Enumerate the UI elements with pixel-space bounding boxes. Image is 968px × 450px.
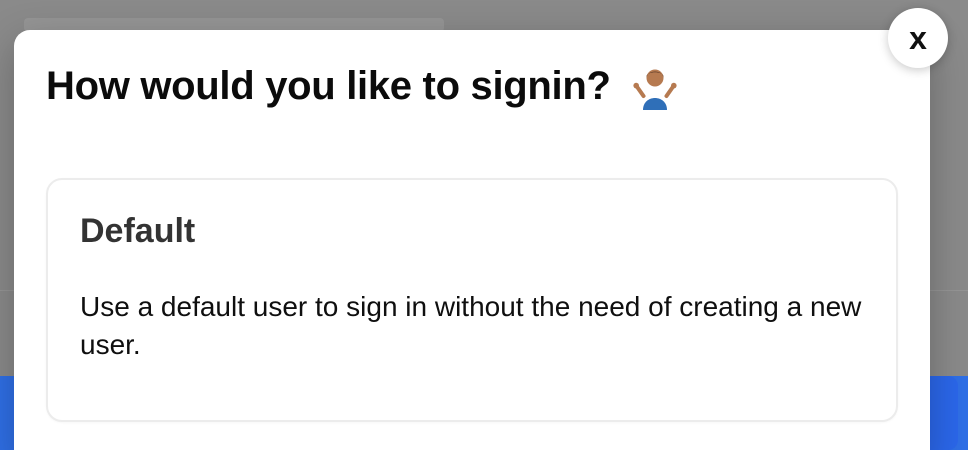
person-shrugging-icon: [633, 66, 678, 111]
close-button-label: x: [909, 20, 927, 56]
option-title: Default: [80, 212, 196, 250]
background-primary-button-edge: [930, 376, 958, 450]
default-signin-option-card[interactable]: Default Use a default user to sign in wi…: [46, 178, 898, 422]
option-description: Use a default user to sign in without th…: [80, 291, 862, 360]
close-button[interactable]: x: [888, 8, 948, 68]
modal-title: How would you like to signin?: [46, 64, 678, 111]
modal-title-text: How would you like to signin?: [46, 64, 611, 108]
signin-modal: How would you like to signin? Default Us…: [14, 30, 930, 450]
